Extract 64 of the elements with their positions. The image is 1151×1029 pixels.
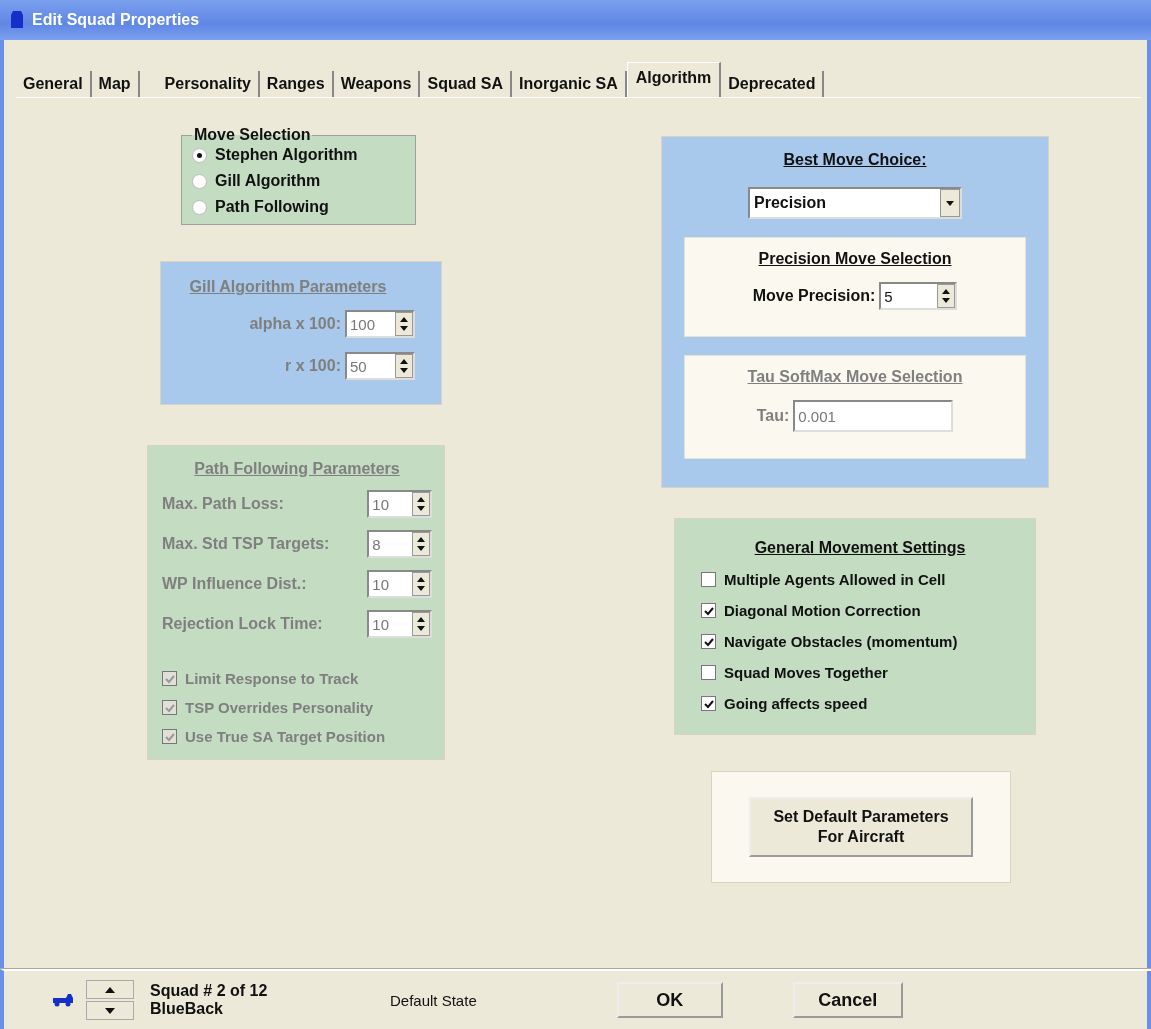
app-icon [10,10,24,30]
group-title: Move Selection [193,126,312,144]
field-label: Move Precision: [752,287,876,305]
set-defaults-button[interactable]: Set Default Parameters For Aircraft [749,797,973,857]
tab[interactable]: Deprecated [721,71,825,97]
dialog-button[interactable]: Cancel [792,982,903,1018]
panel-title: Tau SoftMax Move Selection [747,368,963,386]
field-label: Max. Std TSP Targets: [162,535,331,553]
field-label: alpha x 100: [249,315,341,333]
tab[interactable]: Personality [157,71,260,97]
spin-arrows-icon[interactable] [412,572,430,596]
panel-title: General Movement Settings [754,539,966,557]
tab[interactable]: Ranges [259,71,334,97]
squad-number: Squad # 2 of 12 [150,982,269,1000]
window-title: Edit Squad Properties [32,11,200,29]
checkbox[interactable] [701,572,716,587]
spin-arrows-icon[interactable] [412,612,430,636]
field-label: r x 100: [284,357,341,375]
move-choice-dropdown[interactable]: Precision [748,187,962,219]
radio-label: Path Following [215,198,329,216]
field-label: Max. Path Loss: [162,495,285,513]
spin-arrows-icon[interactable] [937,284,956,308]
radio-label: Gill Algorithm [215,172,321,190]
dialog-button[interactable]: OK [616,982,723,1018]
panel-title: Gill Algorithm Parameters [189,278,387,296]
up-arrow-icon [105,986,115,993]
spin-arrows-icon[interactable] [395,354,413,378]
checkbox[interactable] [701,665,716,680]
spin-arrows-icon[interactable] [412,532,430,556]
spin-arrows-icon[interactable] [412,492,430,516]
checkbox[interactable] [701,603,716,618]
radio-button[interactable] [192,199,207,215]
field-label: Tau: [756,407,790,425]
checkbox[interactable] [701,696,716,711]
panel-title: Path Following Parameters [194,460,400,478]
number-spinner[interactable]: 5 [879,282,958,310]
tab[interactable]: Squad SA [420,71,513,97]
previous-squad-button[interactable] [86,980,134,999]
down-arrow-icon [105,1007,115,1014]
tab[interactable]: General [16,71,92,97]
panel-title: Best Move Choice: [783,151,927,169]
radio-button[interactable] [192,147,207,163]
panel-title: Precision Move Selection [758,250,952,268]
checkbox-label: Multiple Agents Allowed in Cell [724,571,946,588]
checkbox-label: Navigate Obstacles (momentum) [724,633,958,650]
radio-button[interactable] [192,173,207,189]
tab[interactable]: Weapons [333,71,421,97]
checkbox-label: Limit Response to Track [185,670,359,687]
checkbox[interactable] [701,634,716,649]
squad-name: BlueBack [150,1000,224,1018]
checkbox-label: Squad Moves Together [724,664,888,681]
checkbox-label: Use True SA Target Position [185,728,386,745]
tab[interactable]: Map [91,71,140,97]
next-squad-button[interactable] [86,1001,134,1020]
state-label: Default State [390,991,477,1009]
field-label: WP Influence Dist.: [162,575,308,593]
field-label: Rejection Lock Time: [162,615,324,633]
vehicle-icon [52,993,74,1007]
radio-label: Stephen Algorithm [215,146,358,164]
spin-arrows-icon[interactable] [395,312,413,336]
tab[interactable]: Algorithm [626,62,722,97]
checkbox-label: Diagonal Motion Correction [724,602,921,619]
checkbox-label: Going affects speed [724,695,868,712]
checkbox-label: TSP Overrides Personality [185,699,374,716]
